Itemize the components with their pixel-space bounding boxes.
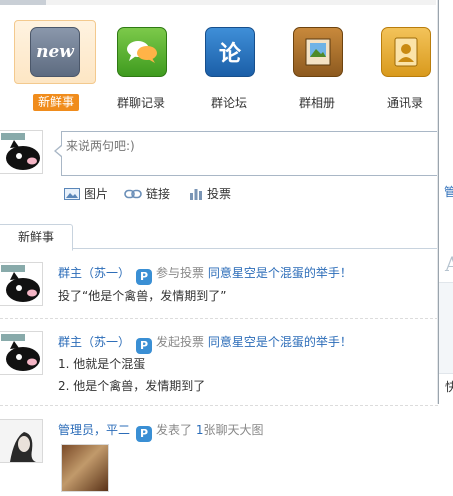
- news-icon: new: [30, 27, 80, 77]
- pig-avatar-icon: [1, 334, 40, 371]
- p-badge-icon: P: [136, 338, 153, 354]
- link-icon: [124, 189, 142, 198]
- attach-image-button[interactable]: 图片: [64, 185, 108, 202]
- feed-action: 发表了: [156, 423, 193, 437]
- app-label: 群相册: [298, 96, 335, 110]
- photo-count: 1: [195, 423, 204, 437]
- poll-option: 2. 他是个禽兽，发情期到了: [58, 379, 206, 393]
- poll-icon: [190, 188, 202, 200]
- top-tab-stub[interactable]: [0, 0, 46, 5]
- feed-item-header: 管理员，平二 P 发表了 1张聊天大图: [58, 421, 264, 442]
- feed-target-link[interactable]: 同意星空是个混蛋的举手！: [208, 335, 352, 349]
- feed-separator: [0, 318, 438, 319]
- forum-icon: 论: [205, 27, 255, 77]
- p-badge-icon: P: [136, 269, 153, 285]
- pig-avatar-icon: [1, 265, 40, 302]
- right-panel-char[interactable]: 快: [445, 378, 453, 395]
- feed-action: 参与投票: [156, 266, 205, 280]
- author-link[interactable]: 管理员，平二: [58, 423, 130, 437]
- feed-target-link[interactable]: 同意星空是个混蛋的举手！: [208, 266, 352, 280]
- feed-item-header: 群主（苏一） P 参与投票 同意星空是个混蛋的举手！: [58, 264, 352, 285]
- feed-item-header: 群主（苏一） P 发起投票 同意星空是个混蛋的举手！: [58, 333, 352, 354]
- avatar[interactable]: [0, 331, 43, 375]
- avatar[interactable]: [0, 262, 43, 306]
- portrait-avatar-icon: [0, 420, 42, 462]
- poll-option: 1. 他就是个混蛋: [58, 357, 146, 371]
- chat-bubbles-icon: [117, 27, 167, 77]
- tool-label: 链接: [146, 187, 171, 201]
- right-side-panel: 管 A 快: [438, 0, 453, 404]
- tool-label: 图片: [84, 187, 109, 201]
- app-label: 群论坛: [210, 96, 247, 110]
- avatar[interactable]: [0, 419, 43, 463]
- app-label: 通讯录: [386, 96, 423, 110]
- app-label: 群聊记录: [116, 96, 165, 110]
- contacts-book-icon: [381, 27, 431, 77]
- feed-action: 发起投票: [156, 335, 205, 349]
- author-link[interactable]: 群主（苏一）: [58, 335, 130, 349]
- photo-album-icon: [293, 27, 343, 77]
- app-label: 新鲜事: [33, 94, 79, 111]
- right-panel-link[interactable]: 管: [444, 183, 453, 200]
- create-poll-button[interactable]: 投票: [189, 185, 231, 202]
- right-panel-letter: A: [445, 252, 453, 276]
- composer-box[interactable]: [61, 131, 439, 176]
- feed-item-body: 投了“他是个禽兽，发情期到了”: [58, 289, 227, 303]
- attach-link-button[interactable]: 链接: [124, 185, 170, 202]
- avatar[interactable]: [0, 130, 43, 174]
- p-badge-icon: P: [136, 426, 153, 442]
- status-input[interactable]: [66, 139, 426, 153]
- right-panel-band: [439, 282, 453, 374]
- top-strip: [0, 0, 436, 5]
- composer-arrow-inner: [56, 146, 62, 156]
- photo-thumbnail[interactable]: [61, 444, 109, 492]
- tool-label: 投票: [207, 187, 232, 201]
- pig-avatar-icon: [1, 133, 40, 170]
- feed-separator: [0, 405, 438, 406]
- tab-news[interactable]: 新鲜事: [0, 224, 73, 251]
- image-icon: [64, 187, 80, 200]
- author-link[interactable]: 群主（苏一）: [58, 266, 130, 280]
- feed-target[interactable]: 张聊天大图: [204, 423, 264, 437]
